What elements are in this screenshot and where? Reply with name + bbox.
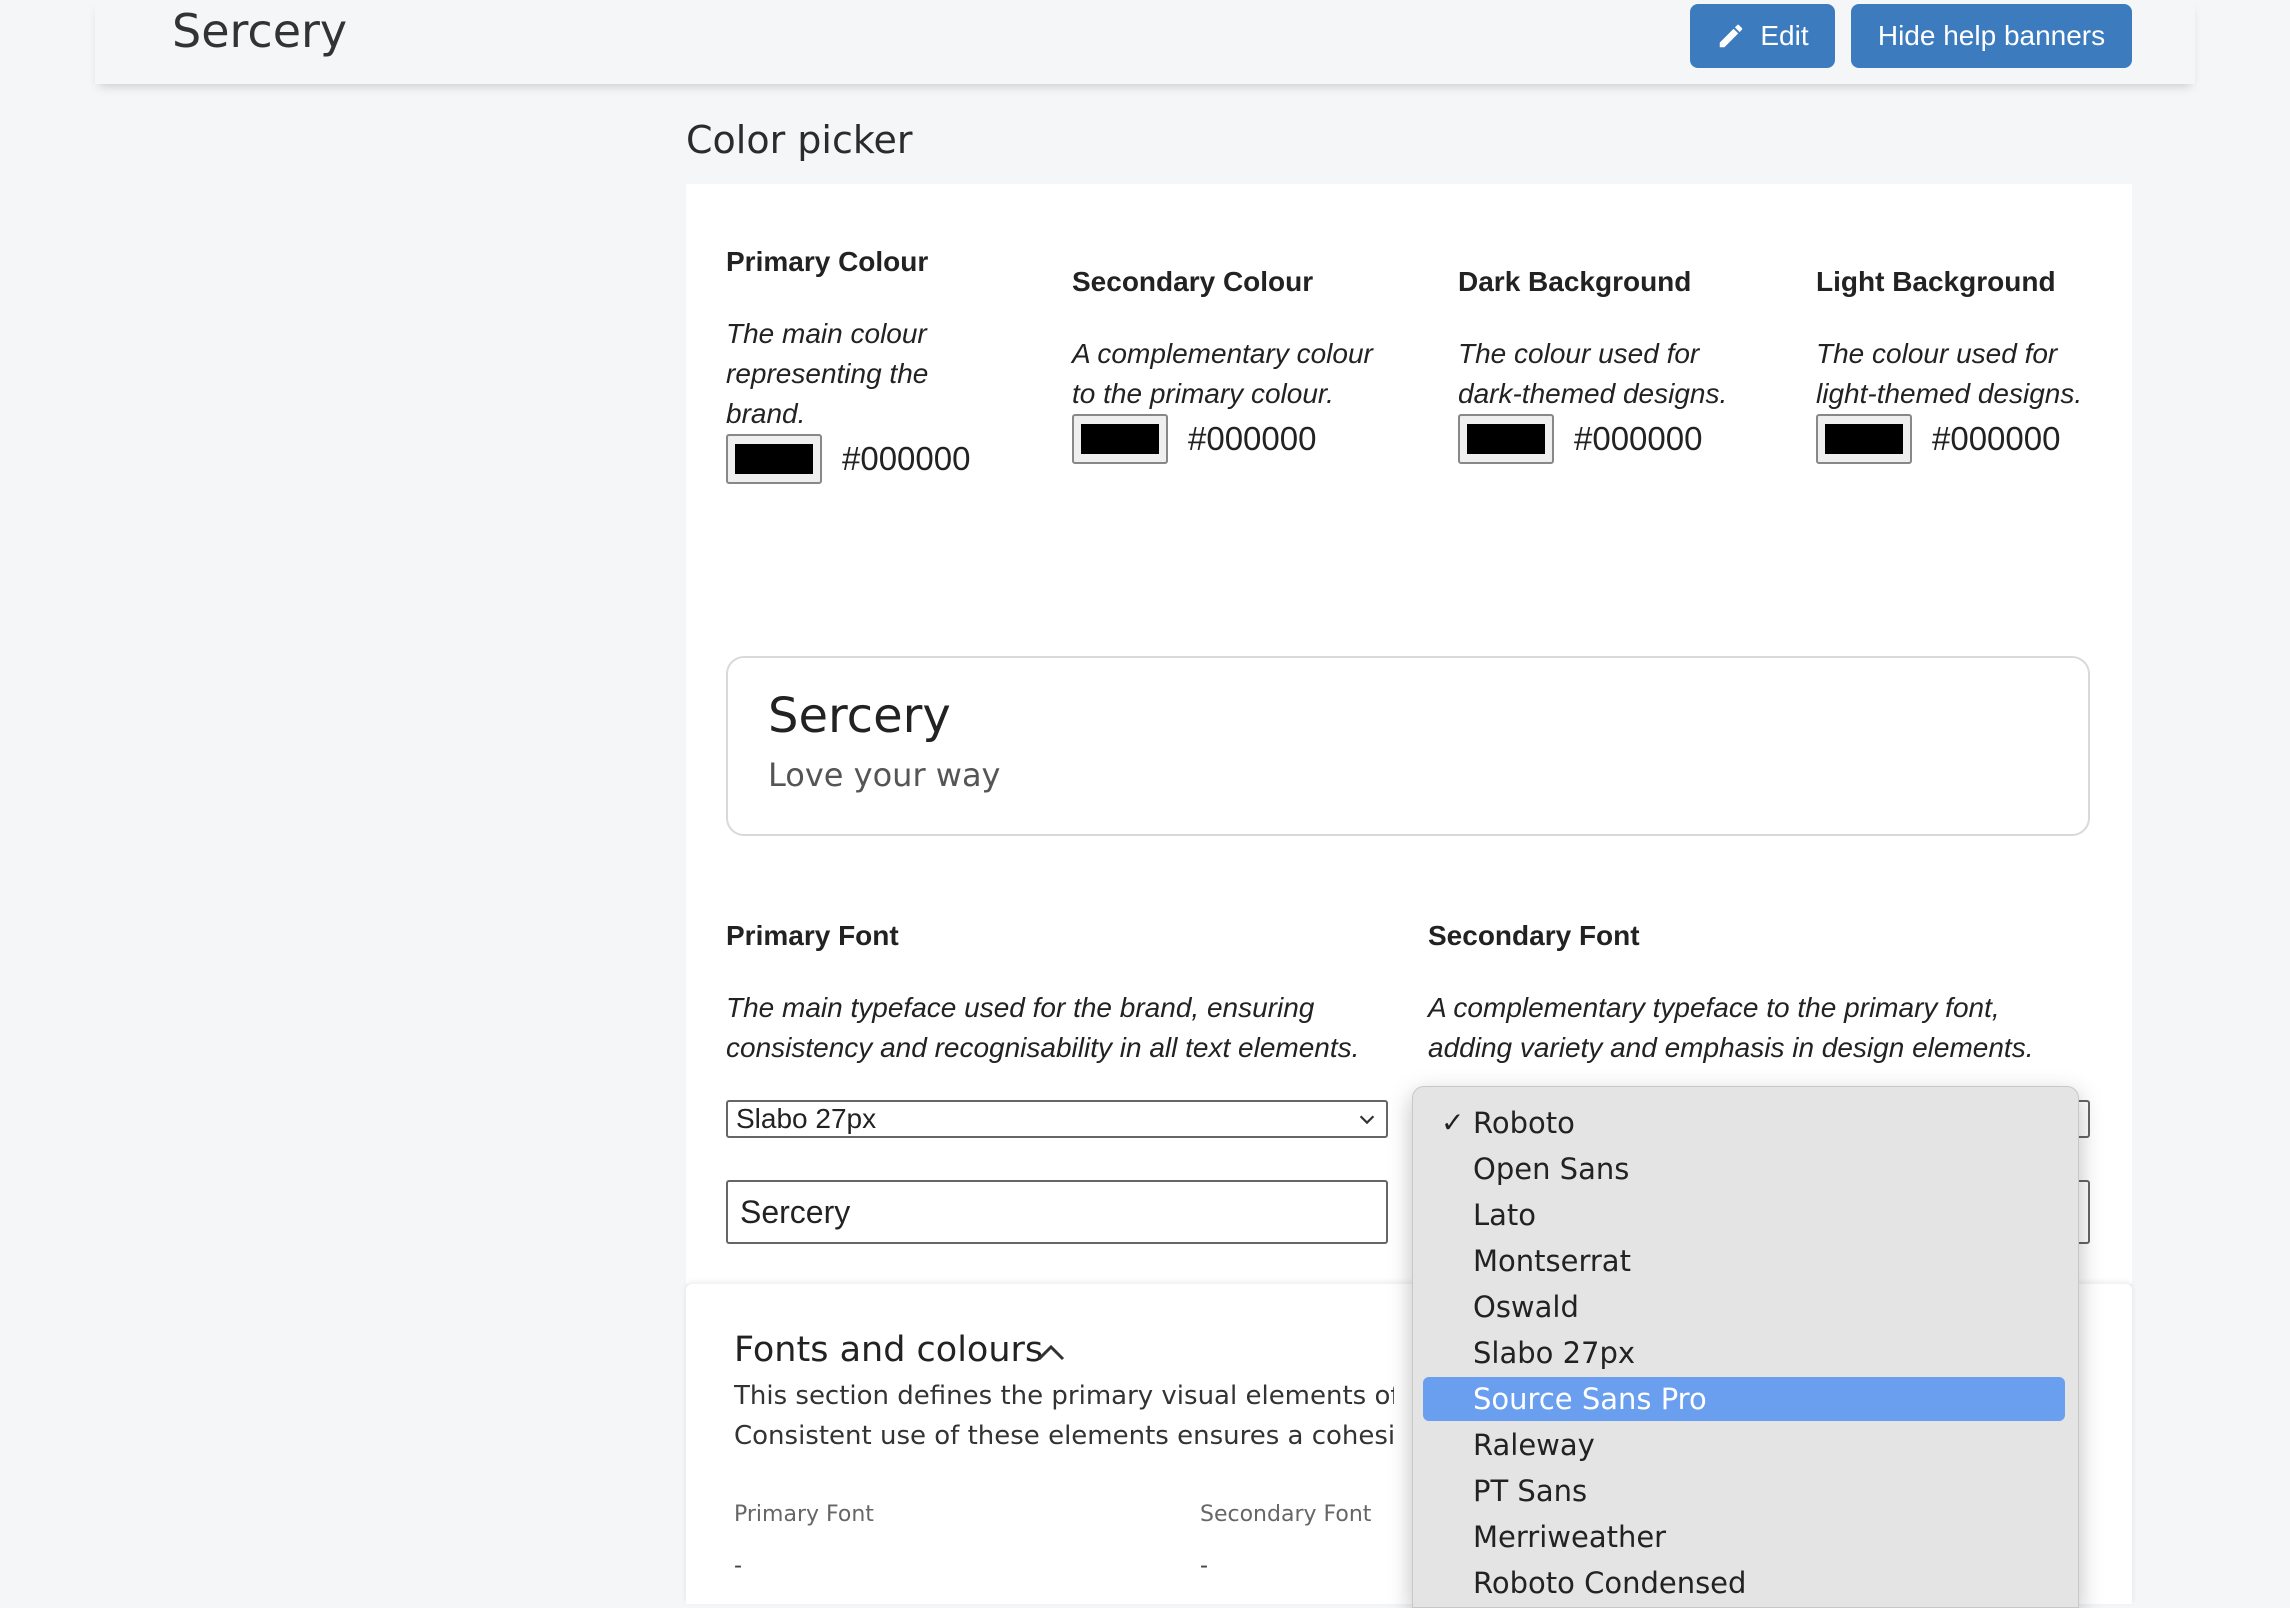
dropdown-option[interactable]: Oswald (1423, 1285, 2065, 1329)
font-description: The main typeface used for the brand, en… (726, 992, 1360, 1063)
color-hex-value: #000000 (1188, 420, 1317, 457)
primary-colour-swatch[interactable] (726, 434, 822, 484)
light-background-swatch[interactable] (1816, 414, 1912, 464)
chevron-up-icon[interactable] (1036, 1342, 1066, 1364)
preview-title: Sercery (768, 688, 951, 744)
color-description: A complementary colour to the primary co… (1072, 338, 1373, 409)
dropdown-option[interactable]: Montserrat (1423, 1239, 2065, 1283)
dropdown-option[interactable]: Lato (1423, 1193, 2065, 1237)
secondary-font-dropdown-menu[interactable]: ✓ Roboto Open Sans Lato Montserrat Oswal… (1412, 1086, 2079, 1608)
preview-tagline: Love your way (768, 756, 1001, 794)
edit-button[interactable]: Edit (1690, 4, 1835, 68)
checkmark-icon: ✓ (1441, 1106, 1465, 1139)
primary-font-column: Primary Font The main typeface used for … (726, 920, 1386, 1068)
section-heading: Color picker (686, 118, 913, 162)
dropdown-option-highlighted[interactable]: Source Sans Pro (1423, 1377, 2065, 1421)
dropdown-option[interactable]: Merriweather (1423, 1515, 2065, 1559)
primary-font-selected: Slabo 27px (736, 1103, 877, 1134)
secondary-colour-column: Secondary Colour A complementary colour … (1072, 266, 1392, 464)
chevron-down-icon (1359, 1115, 1375, 1125)
dark-background-column: Dark Background The colour used for dark… (1458, 266, 1758, 464)
font-title: Secondary Font (1428, 920, 1640, 951)
accordion-description: This section defines the primary visual … (734, 1376, 1394, 1456)
secondary-font-value: - (1200, 1552, 1208, 1579)
primary-font-label: Primary Font (734, 1502, 874, 1527)
color-description: The main colour representing the brand. (726, 318, 929, 429)
pencil-icon (1720, 24, 1743, 48)
dropdown-option[interactable]: Raleway (1423, 1423, 2065, 1467)
sample-text: Sercery (740, 1194, 851, 1230)
color-hex-value: #000000 (842, 440, 971, 477)
page-title: Sercery (172, 4, 348, 58)
primary-font-sample-input[interactable]: Sercery (726, 1180, 1388, 1244)
secondary-colour-swatch[interactable] (1072, 414, 1168, 464)
dropdown-option[interactable]: PT Sans (1423, 1469, 2065, 1513)
color-description: The colour used for dark-themed designs. (1458, 338, 1728, 409)
description-line: Consistent use of these elements ensures… (734, 1421, 1394, 1451)
description-line: This section defines the primary visual … (734, 1381, 1394, 1411)
hide-help-banners-button[interactable]: Hide help banners (1851, 4, 2132, 68)
color-description: The colour used for light-themed designs… (1816, 338, 2083, 409)
edit-button-label: Edit (1760, 20, 1809, 51)
dropdown-option[interactable]: Roboto Condensed (1423, 1561, 2065, 1605)
color-title: Secondary Colour (1072, 266, 1314, 297)
primary-font-select[interactable]: Slabo 27px (726, 1100, 1388, 1138)
font-title: Primary Font (726, 920, 899, 951)
primary-font-value: - (734, 1552, 742, 1579)
brand-preview: Sercery Love your way (726, 656, 2090, 836)
dark-background-swatch[interactable] (1458, 414, 1554, 464)
color-title: Dark Background (1458, 266, 1692, 297)
secondary-font-label: Secondary Font (1200, 1502, 1372, 1527)
color-hex-value: #000000 (1932, 420, 2061, 457)
dropdown-option[interactable]: ✓ Roboto (1423, 1101, 2065, 1145)
dropdown-option[interactable]: Open Sans (1423, 1147, 2065, 1191)
color-title: Primary Colour (726, 246, 929, 277)
accordion-title[interactable]: Fonts and colours (734, 1330, 1043, 1370)
font-description: A complementary typeface to the primary … (1428, 992, 2034, 1063)
dropdown-option[interactable]: Slabo 27px (1423, 1331, 2065, 1375)
color-title: Light Background (1816, 266, 2056, 297)
light-background-column: Light Background The colour used for lig… (1816, 266, 2116, 464)
color-hex-value: #000000 (1574, 420, 1703, 457)
primary-colour-column: Primary Colour The main colour represent… (726, 246, 986, 484)
option-label: Roboto (1473, 1106, 1575, 1140)
secondary-font-column: Secondary Font A complementary typeface … (1428, 920, 2068, 1068)
